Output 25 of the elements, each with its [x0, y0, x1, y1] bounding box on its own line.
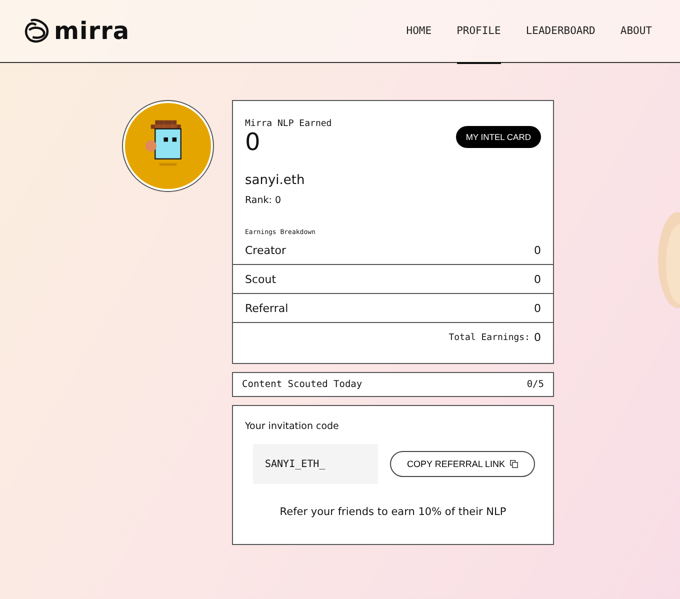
total-label: Total Earnings:	[448, 333, 530, 343]
referral-note: Refer your friends to earn 10% of their NLP	[278, 506, 508, 518]
nav-tab[interactable]: PROFILE	[456, 0, 501, 64]
breakdown-value: 0	[534, 272, 541, 286]
breakdown-name: Creator	[245, 244, 286, 256]
copy-icon	[510, 460, 518, 468]
nav-tab[interactable]: LEADERBOARD	[526, 0, 596, 64]
scouted-value: 0/5	[526, 379, 544, 390]
invitation-title: Your invitation code	[245, 421, 340, 432]
logo-text[interactable]: mirra	[54, 17, 130, 45]
nav-tab[interactable]: HOME	[406, 0, 432, 64]
breakdown-name: Referral	[245, 302, 288, 314]
nav-tab[interactable]: ABOUT	[620, 0, 652, 64]
copy-referral-button[interactable]: COPY REFERRAL LINK	[390, 451, 536, 477]
breakdown-value: 0	[534, 302, 541, 314]
invitation-code: SANYI_ETH_	[253, 444, 378, 484]
breakdown-value: 0	[534, 244, 541, 256]
breakdown-name: Scout	[245, 272, 276, 286]
rank-text: Rank: 0	[244, 195, 282, 206]
username: sanyi.eth	[244, 173, 306, 188]
total-value: 0	[534, 331, 541, 344]
earned-label: Mirra NLP Earned	[245, 119, 332, 129]
earned-value: 0	[245, 129, 262, 155]
intel-card-button[interactable]: MY INTEL CARD	[456, 126, 541, 148]
scouted-label: Content Scouted Today	[242, 379, 362, 390]
